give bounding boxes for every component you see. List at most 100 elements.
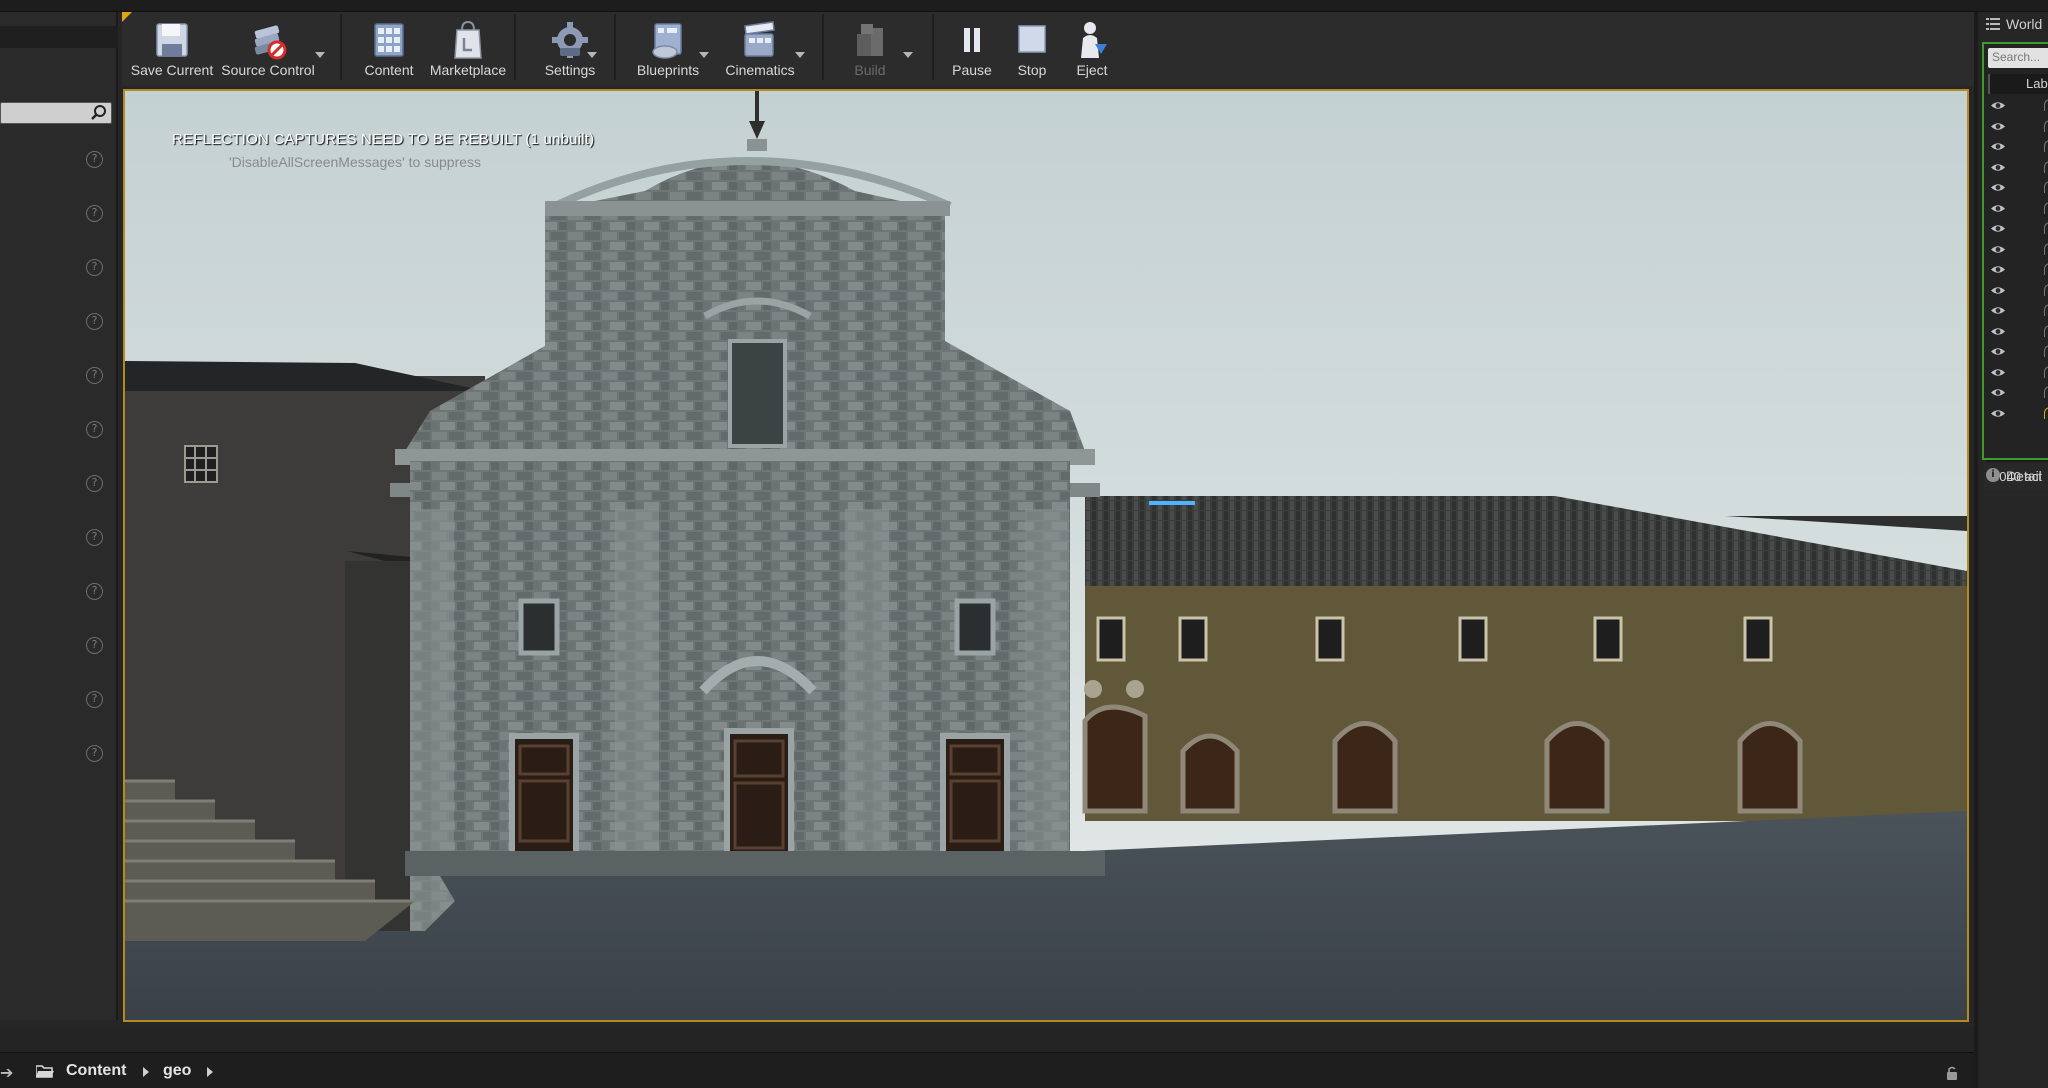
eye-visibility-icon[interactable] <box>1990 408 2006 419</box>
help-icon[interactable]: ? <box>86 421 103 438</box>
actor-type-icon <box>2044 406 2048 419</box>
eye-visibility-icon[interactable] <box>1990 326 2006 337</box>
eject-button[interactable]: Eject <box>1062 14 1122 84</box>
eye-visibility-icon[interactable] <box>1990 162 2006 173</box>
marketplace-button[interactable]: Marketplace <box>418 14 518 84</box>
eye-visibility-icon[interactable] <box>1990 121 2006 132</box>
outliner-row[interactable] <box>1988 281 2048 301</box>
blueprints-dropdown-arrow[interactable] <box>699 52 709 58</box>
build-dropdown-arrow[interactable] <box>903 52 913 58</box>
help-icon[interactable]: ? <box>86 583 103 600</box>
actor-type-icon <box>2044 201 2048 214</box>
outliner-row[interactable] <box>1988 137 2048 157</box>
eye-visibility-icon[interactable] <box>1990 182 2006 193</box>
outliner-row[interactable] <box>1988 178 2048 198</box>
arrow-right-icon[interactable]: ➔ <box>0 1063 13 1082</box>
outliner-row[interactable] <box>1988 322 2048 342</box>
help-icon[interactable]: ? <box>86 259 103 276</box>
outliner-row[interactable] <box>1988 158 2048 178</box>
cinematics-button[interactable]: Cinematics <box>712 14 808 84</box>
outliner-row[interactable] <box>1988 96 2048 116</box>
help-icon[interactable]: ? <box>86 637 103 654</box>
stop-icon <box>1018 25 1046 53</box>
lock-icon[interactable] <box>1945 1066 1959 1080</box>
outliner-row[interactable] <box>1988 342 2048 362</box>
actor-type-icon <box>2044 181 2048 193</box>
level-editor-toolbar: Save Current Source Control Content Mark… <box>122 12 1974 86</box>
cinematics-label: Cinematics <box>725 62 795 78</box>
blueprints-button[interactable]: Blueprints <box>622 14 714 84</box>
toolbar-separator <box>514 14 516 80</box>
eye-visibility-icon[interactable] <box>1990 305 2006 316</box>
toolbar-separator <box>932 14 934 80</box>
eye-visibility-icon[interactable] <box>1990 387 2006 398</box>
pause-button[interactable]: Pause <box>942 14 1002 84</box>
label-column-header[interactable]: Label <box>1988 74 2048 94</box>
source-control-dropdown-arrow[interactable] <box>315 52 325 58</box>
gear-icon <box>552 22 588 58</box>
title-strip <box>0 0 2048 12</box>
settings-dropdown-arrow[interactable] <box>587 52 597 58</box>
outliner-row[interactable] <box>1988 301 2048 321</box>
eye-visibility-icon[interactable] <box>1990 264 2006 275</box>
help-icon[interactable]: ? <box>86 691 103 708</box>
save-current-label: Save Current <box>130 62 214 78</box>
clapperboard-icon <box>744 21 775 57</box>
blueprints-label: Blueprints <box>636 62 700 78</box>
list-icon <box>1986 18 2000 30</box>
world-outliner-tab-label: World <box>2006 16 2043 32</box>
breadcrumb-item-content[interactable]: Content <box>66 1062 126 1080</box>
search-input[interactable] <box>0 102 112 124</box>
eye-visibility-icon[interactable] <box>1990 346 2006 357</box>
outliner-row[interactable] <box>1988 404 2048 424</box>
eye-visibility-icon[interactable] <box>1990 100 2006 111</box>
eject-icon <box>1081 22 1107 58</box>
help-icon[interactable]: ? <box>86 475 103 492</box>
help-icon[interactable]: ? <box>86 529 103 546</box>
outliner-row[interactable] <box>1988 199 2048 219</box>
outliner-search-input[interactable]: Search... <box>1988 48 2048 68</box>
eye-visibility-icon[interactable] <box>1990 285 2006 296</box>
help-icon[interactable]: ? <box>86 313 103 330</box>
eye-visibility-icon[interactable] <box>1990 203 2006 214</box>
chevron-right-icon[interactable] <box>207 1067 213 1077</box>
place-modes-panel: ? ? ? ? ? ? ? ? ? ? ? ? <box>0 12 118 1020</box>
eye-visibility-icon[interactable] <box>1990 244 2006 255</box>
save-current-button[interactable]: Save Current <box>126 14 218 84</box>
viewport-warning-message: REFLECTION CAPTURES NEED TO BE REBUILT (… <box>172 131 595 148</box>
details-tab[interactable]: i Detail <box>1986 460 2048 486</box>
help-icon[interactable]: ? <box>86 745 103 762</box>
search-icon[interactable] <box>90 104 108 122</box>
outliner-row[interactable] <box>1988 363 2048 383</box>
breadcrumb-item-geo[interactable]: geo <box>163 1062 191 1080</box>
marketplace-label: Marketplace <box>429 62 507 78</box>
outliner-row[interactable] <box>1988 240 2048 260</box>
source-control-button[interactable]: Source Control <box>218 14 318 84</box>
build-button[interactable]: Build <box>828 14 912 84</box>
eye-visibility-icon[interactable] <box>1990 223 2006 234</box>
build-blocks-icon <box>857 24 883 56</box>
folder-open-icon <box>36 1065 54 1078</box>
help-icon[interactable]: ? <box>86 151 103 168</box>
help-icon[interactable]: ? <box>86 367 103 384</box>
cinematics-dropdown-arrow[interactable] <box>795 52 805 58</box>
outliner-list-frame: Search... Label 3040 act <box>1982 42 2048 490</box>
outliner-row[interactable] <box>1988 219 2048 239</box>
eye-visibility-icon[interactable] <box>1990 367 2006 378</box>
outliner-row[interactable] <box>1988 383 2048 403</box>
eye-visibility-icon[interactable] <box>1990 141 2006 152</box>
scene-render-image[interactable] <box>125 91 1967 1020</box>
help-icon[interactable]: ? <box>86 205 103 222</box>
actor-type-icon <box>2044 386 2048 398</box>
world-outliner-tab[interactable]: World <box>1986 14 2048 36</box>
chevron-right-icon[interactable] <box>143 1067 149 1077</box>
marketplace-bag-icon <box>454 20 482 59</box>
actor-type-icon <box>2044 222 2048 234</box>
stop-button[interactable]: Stop <box>1002 14 1062 84</box>
outliner-row[interactable] <box>1988 117 2048 137</box>
actor-type-icon <box>2044 263 2048 275</box>
details-tab-label: Detail <box>2006 468 2042 484</box>
outliner-row[interactable] <box>1988 260 2048 280</box>
level-viewport[interactable]: REFLECTION CAPTURES NEED TO BE REBUILT (… <box>123 89 1969 1022</box>
settings-button[interactable]: Settings <box>522 14 618 84</box>
